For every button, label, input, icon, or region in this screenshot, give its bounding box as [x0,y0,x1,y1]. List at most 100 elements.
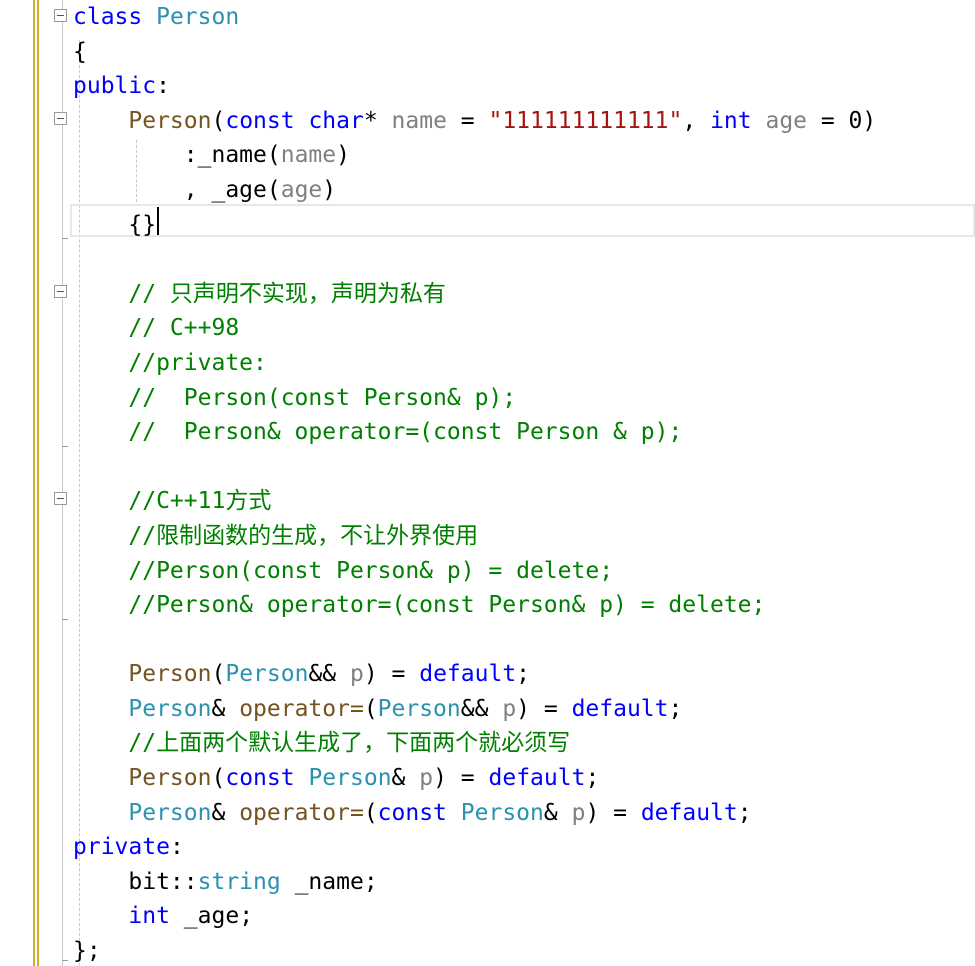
code-token: //private: [128,349,267,376]
code-line[interactable]: int _age; [73,899,876,934]
code-token: int [128,903,170,930]
code-token: bit:: [73,868,198,895]
code-token: { [73,38,87,65]
code-line[interactable]: // 只声明不实现，声明为私有 [73,277,876,312]
code-line[interactable]: Person& operator=(Person&& p) = default; [73,692,876,727]
code-token: default [640,799,738,826]
code-token: Person [128,695,212,722]
code-token: operator= [239,695,364,722]
code-token: //Person(const Person& p) = delete; [128,557,614,584]
fold-end-marker [62,619,68,620]
code-token: ; [239,903,254,930]
text-caret [157,207,159,235]
code-token: class [73,4,143,30]
code-token: && [308,661,350,688]
code-token: default [488,765,586,792]
minus-box-icon[interactable] [54,285,67,298]
code-token: _name [197,142,267,169]
code-editor[interactable]: class Person { public: Person(const char* … [0,0,975,966]
code-token: Person [156,4,240,30]
code-line[interactable]: private: [73,830,876,865]
code-line[interactable]: // Person(const Person& p); [73,381,876,416]
code-line[interactable]: //限制函数的生成，不让外界使用 [73,519,876,554]
minus-box-icon[interactable] [54,492,67,505]
code-token: ( [266,176,281,203]
code-text[interactable]: class Person { public: Person(const char* … [73,0,876,966]
code-line[interactable]: //private: [73,346,876,381]
code-token: ) [322,176,337,203]
code-token: ; [516,661,531,688]
code-token: public [73,73,157,100]
code-token: ) = [585,799,641,826]
code-line[interactable]: { [73,35,876,70]
code-line[interactable] [73,242,876,277]
code-line[interactable]: Person(const Person& p) = default; [73,761,876,796]
code-token: age [280,176,323,203]
code-token: const [225,107,295,134]
code-line[interactable]: }; [73,934,876,966]
code-line[interactable]: Person(const char* name = "111111111111"… [73,104,876,139]
code-token: Person [377,695,461,722]
code-line[interactable]: //Person& operator=(const Person& p) = d… [73,588,876,623]
code-line[interactable]: class Person [73,0,876,35]
code-line[interactable]: //上面两个默认生成了，下面两个就必须写 [73,726,876,761]
code-token: ( [266,142,281,169]
code-token: p [349,661,364,688]
code-line[interactable]: //Person(const Person& p) = delete; [73,554,876,589]
code-line[interactable]: //C++11方式 [73,484,876,519]
outline-margin [62,0,63,966]
code-token: ) = [433,765,489,792]
fold-end-marker [62,238,68,239]
code-token: , [73,176,212,203]
code-line[interactable] [73,623,876,658]
code-token: //C++11方式 [128,488,272,515]
code-token: Person [225,661,309,688]
fold-end-marker [62,960,68,961]
code-token: }; [73,938,101,965]
code-token: char [308,107,364,134]
minus-box-icon[interactable] [54,112,67,125]
code-token: p [571,799,586,826]
code-token: _age [211,176,267,203]
code-line[interactable]: // C++98 [73,311,876,346]
code-line[interactable]: bit::string _name; [73,865,876,900]
code-line[interactable]: Person(Person&& p) = default; [73,657,876,692]
code-token: _age [183,903,240,930]
code-token: Person [308,765,392,792]
code-token: // Person(const Person& p); [128,384,517,411]
code-line[interactable]: // Person& operator=(const Person & p); [73,415,876,450]
code-line[interactable]: , _age(age) [73,173,876,208]
code-token: // Person& operator=(const Person & p); [128,419,683,446]
code-token: p [419,765,434,792]
code-token: ; [363,868,378,895]
code-token: default [571,695,669,722]
code-token: & [211,695,240,722]
code-token: default [419,661,517,688]
code-line[interactable]: Person& operator=(const Person& p) = def… [73,796,876,831]
code-token: ( [211,107,226,134]
code-line[interactable]: {} [73,208,876,243]
code-line[interactable] [73,450,876,485]
minus-box-icon[interactable] [54,9,67,22]
code-line[interactable]: :_name(name) [73,138,876,173]
code-token: //限制函数的生成，不让外界使用 [128,522,479,549]
code-token: ) = [516,695,572,722]
code-token: Person [128,661,212,688]
code-token: ; [737,799,752,826]
code-token: string [197,868,281,895]
code-token: {} [73,211,157,238]
code-token: //上面两个默认生成了，下面两个就必须写 [128,730,571,757]
code-line[interactable]: public: [73,69,876,104]
code-token: & [211,799,240,826]
